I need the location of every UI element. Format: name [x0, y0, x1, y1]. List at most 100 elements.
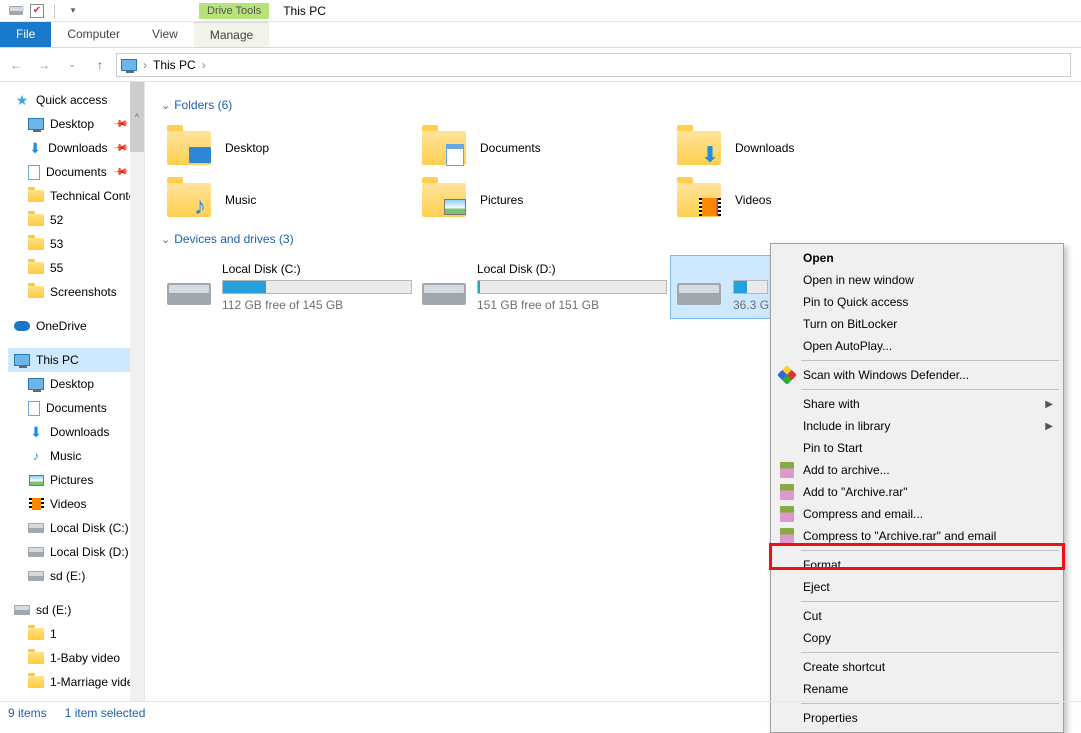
- ctx-add-archive-rar[interactable]: Add to "Archive.rar": [773, 481, 1061, 503]
- status-item-count: 9 items: [8, 706, 47, 720]
- forward-button[interactable]: →: [32, 53, 56, 77]
- drive-d[interactable]: Local Disk (D:) 151 GB free of 151 GB: [416, 256, 671, 318]
- nav-scrollbar[interactable]: ^: [130, 82, 144, 701]
- nav-pc-downloads[interactable]: ⬇Downloads: [8, 420, 142, 444]
- nav-label: Technical Content: [50, 189, 142, 203]
- drive-tools-tab-label[interactable]: Drive Tools: [199, 3, 269, 19]
- nav-pc-desktop[interactable]: Desktop: [8, 372, 142, 396]
- folder-music[interactable]: ♪Music: [161, 174, 416, 226]
- nav-pc-diskc[interactable]: Local Disk (C:): [8, 516, 142, 540]
- ctx-cut[interactable]: Cut: [773, 605, 1061, 627]
- rar-icon: [778, 505, 796, 523]
- chevron-right-icon[interactable]: ›: [202, 58, 206, 72]
- nav-qa-documents[interactable]: Documents📌: [8, 160, 142, 184]
- ctx-label: Open in new window: [803, 273, 914, 287]
- drive-label: Local Disk (D:): [477, 262, 667, 276]
- tab-view[interactable]: View: [136, 22, 194, 47]
- thispc-icon: [121, 57, 137, 73]
- nav-onedrive[interactable]: OneDrive: [8, 314, 142, 338]
- nav-label: Videos: [50, 497, 86, 511]
- nav-sd-baby[interactable]: 1-Baby video: [8, 646, 142, 670]
- tab-file[interactable]: File: [0, 22, 51, 47]
- nav-pc-sd[interactable]: sd (E:): [8, 564, 142, 588]
- tab-computer[interactable]: Computer: [51, 22, 136, 47]
- nav-pc-documents[interactable]: Documents: [8, 396, 142, 420]
- scrollbar-thumb[interactable]: ^: [130, 82, 144, 152]
- folder-downloads[interactable]: ⬇Downloads: [671, 122, 926, 174]
- qat-dropdown-icon[interactable]: ▾: [65, 3, 81, 19]
- chevron-right-icon[interactable]: ›: [143, 58, 147, 72]
- ctx-open[interactable]: Open: [773, 247, 1061, 269]
- checkmark-icon[interactable]: ✔: [30, 4, 44, 18]
- breadcrumb-thispc[interactable]: This PC: [153, 58, 196, 72]
- nav-label: Local Disk (C:): [50, 521, 129, 535]
- folder-pictures[interactable]: Pictures: [416, 174, 671, 226]
- address-bar[interactable]: › This PC ›: [116, 53, 1071, 77]
- drive-icon: [422, 283, 466, 305]
- context-menu[interactable]: Open Open in new window Pin to Quick acc…: [770, 243, 1064, 733]
- nav-qa-55[interactable]: 55: [8, 256, 142, 280]
- nav-qa-technical[interactable]: Technical Content📌: [8, 184, 142, 208]
- nav-label: Screenshots: [50, 285, 117, 299]
- ctx-autoplay[interactable]: Open AutoPlay...: [773, 335, 1061, 357]
- nav-label: 53: [50, 237, 63, 251]
- ctx-open-new-window[interactable]: Open in new window: [773, 269, 1061, 291]
- folder-icon: [28, 674, 44, 690]
- back-button[interactable]: ←: [4, 53, 28, 77]
- ctx-copy[interactable]: Copy: [773, 627, 1061, 649]
- recent-dropdown[interactable]: ⌄: [60, 53, 84, 77]
- nav-sd-1[interactable]: 1: [8, 622, 142, 646]
- nav-qa-screenshots[interactable]: Screenshots: [8, 280, 142, 304]
- ctx-label: Copy: [803, 631, 831, 645]
- up-button[interactable]: ↑: [88, 53, 112, 77]
- ctx-bitlocker[interactable]: Turn on BitLocker: [773, 313, 1061, 335]
- nav-qa-desktop[interactable]: Desktop📌: [8, 112, 142, 136]
- navigation-pane[interactable]: ★Quick access Desktop📌 ⬇Downloads📌 Docum…: [0, 82, 145, 701]
- group-header-folders[interactable]: ⌄Folders (6): [161, 98, 1081, 112]
- drive-label: Local Disk (C:): [222, 262, 412, 276]
- ctx-include-library[interactable]: Include in library▶: [773, 415, 1061, 437]
- pictures-badge-icon: [444, 196, 466, 218]
- ctx-create-shortcut[interactable]: Create shortcut: [773, 656, 1061, 678]
- ctx-rename[interactable]: Rename: [773, 678, 1061, 700]
- nav-label: Local Disk (D:): [50, 545, 129, 559]
- ctx-compress-email[interactable]: Compress and email...: [773, 503, 1061, 525]
- folder-icon: [28, 212, 44, 228]
- tab-manage[interactable]: Manage: [194, 22, 269, 47]
- ctx-add-archive[interactable]: Add to archive...: [773, 459, 1061, 481]
- nav-pc-diskd[interactable]: Local Disk (D:): [8, 540, 142, 564]
- nav-quick-access[interactable]: ★Quick access: [8, 88, 142, 112]
- ctx-pin-quick-access[interactable]: Pin to Quick access: [773, 291, 1061, 313]
- ctx-eject[interactable]: Eject: [773, 576, 1061, 598]
- nav-sd-marriage[interactable]: 1-Marriage video: [8, 670, 142, 694]
- ctx-separator: [801, 652, 1059, 653]
- ctx-label: Add to "Archive.rar": [803, 485, 908, 499]
- folder-documents[interactable]: Documents: [416, 122, 671, 174]
- nav-label: sd (E:): [36, 603, 71, 617]
- ctx-compress-rar-email[interactable]: Compress to "Archive.rar" and email: [773, 525, 1061, 547]
- drive-icon: [677, 283, 721, 305]
- nav-pc-pictures[interactable]: Pictures: [8, 468, 142, 492]
- folder-desktop[interactable]: Desktop: [161, 122, 416, 174]
- ctx-share-with[interactable]: Share with▶: [773, 393, 1061, 415]
- nav-pc-music[interactable]: ♪Music: [8, 444, 142, 468]
- caret-down-icon: ⌄: [161, 99, 170, 112]
- properties-icon[interactable]: [8, 3, 24, 19]
- nav-sd-drive[interactable]: sd (E:): [8, 598, 142, 622]
- ctx-defender[interactable]: Scan with Windows Defender...: [773, 364, 1061, 386]
- nav-qa-53[interactable]: 53: [8, 232, 142, 256]
- drive-c[interactable]: Local Disk (C:) 112 GB free of 145 GB: [161, 256, 416, 318]
- nav-this-pc[interactable]: This PC: [8, 348, 142, 372]
- rar-icon: [778, 483, 796, 501]
- pictures-icon: [28, 472, 44, 488]
- titlebar: ✔ ▾ Drive Tools This PC: [0, 0, 1081, 22]
- ctx-pin-start[interactable]: Pin to Start: [773, 437, 1061, 459]
- folder-videos[interactable]: Videos: [671, 174, 926, 226]
- ctx-label: Rename: [803, 682, 848, 696]
- nav-pc-videos[interactable]: Videos: [8, 492, 142, 516]
- ctx-separator: [801, 601, 1059, 602]
- ctx-format[interactable]: Format...: [773, 554, 1061, 576]
- drive-capacity-bar: [222, 280, 412, 294]
- nav-qa-52[interactable]: 52: [8, 208, 142, 232]
- nav-qa-downloads[interactable]: ⬇Downloads📌: [8, 136, 142, 160]
